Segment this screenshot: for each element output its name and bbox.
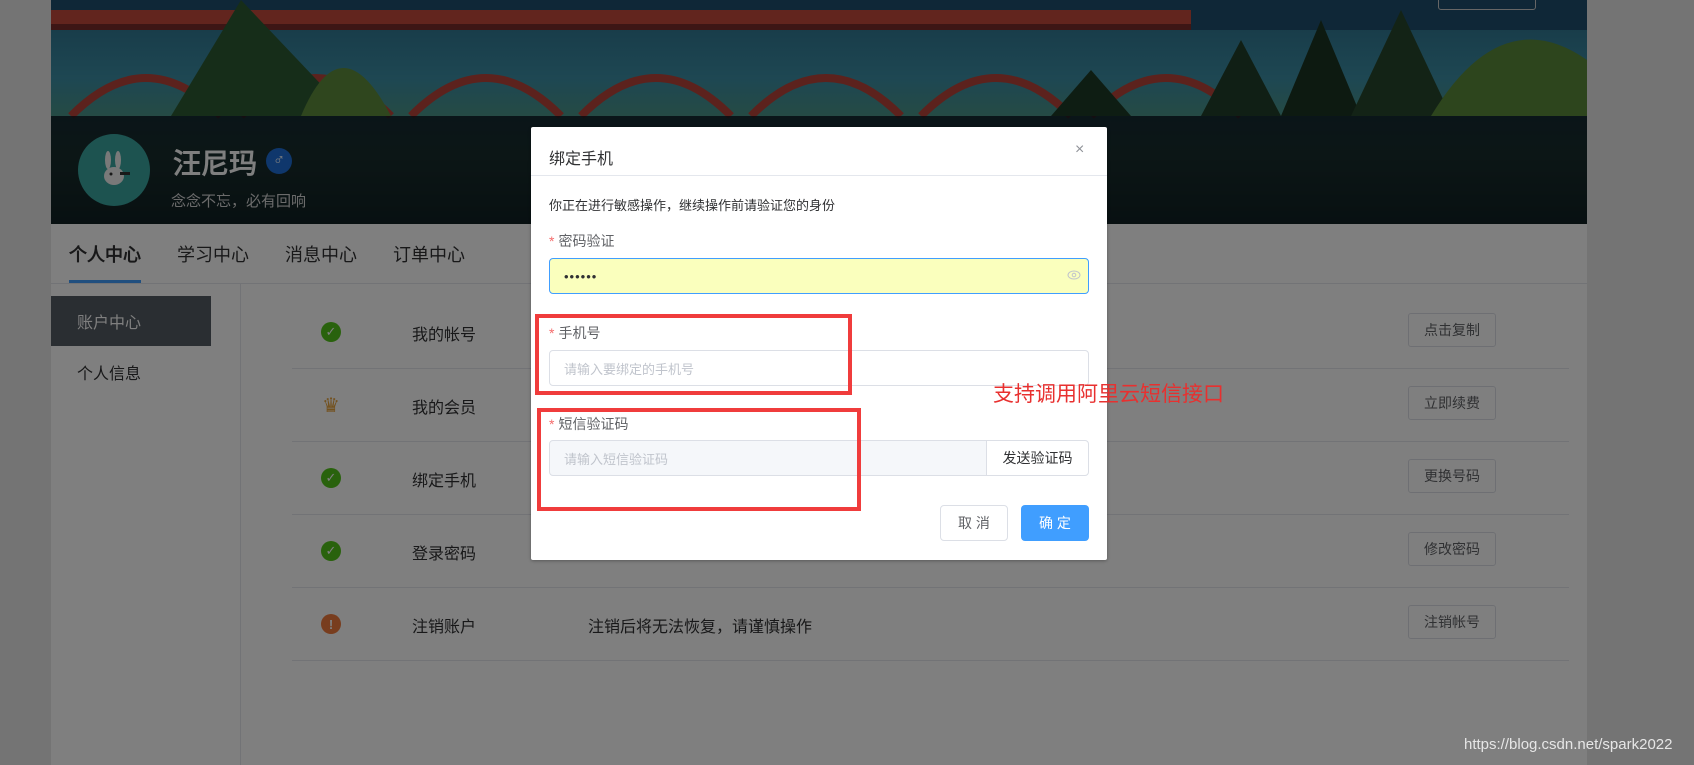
annotation-text: 支持调用阿里云短信接口 [993, 382, 1224, 406]
send-code-button[interactable]: 发送验证码 [986, 440, 1089, 476]
cancel-button[interactable]: 取 消 [940, 505, 1008, 541]
highlight-box-sms [537, 408, 861, 511]
eye-icon[interactable] [1067, 270, 1081, 280]
highlight-box-phone [535, 314, 852, 395]
dialog-divider [531, 175, 1107, 176]
watermark: https://blog.csdn.net/spark2022 [1464, 736, 1673, 753]
close-icon[interactable]: × [1075, 141, 1084, 159]
required-mark: * [549, 233, 555, 249]
verification-tip: 你正在进行敏感操作，继续操作前请验证您的身份 [549, 198, 836, 213]
password-input[interactable]: •••••• [549, 258, 1089, 294]
password-label: * 密码验证 [549, 233, 615, 249]
dialog-title: 绑定手机 [549, 151, 614, 168]
confirm-button[interactable]: 确 定 [1021, 505, 1089, 541]
